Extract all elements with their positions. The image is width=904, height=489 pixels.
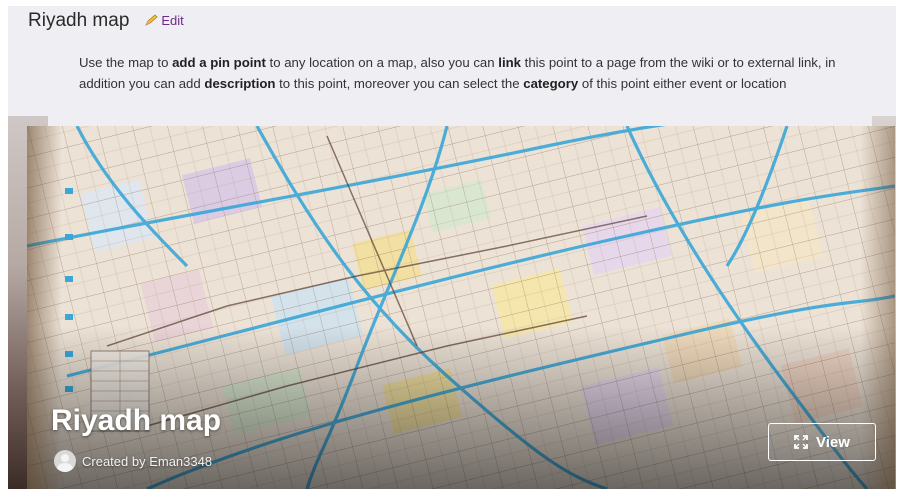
creator-text: Created by Eman3348 xyxy=(82,453,213,469)
creator-info: Created by Eman3348 xyxy=(54,450,212,472)
expand-icon xyxy=(794,435,808,449)
map-card-title: Riyadh map xyxy=(51,404,222,437)
edit-link[interactable]: Edit xyxy=(145,12,184,28)
desc-bold-description: description xyxy=(204,76,276,91)
desc-text: of this point either event or location xyxy=(578,76,787,91)
page-title: Riyadh map xyxy=(28,10,130,31)
map-card-container: Riyadh map Edit Use the map to add a pin… xyxy=(8,6,896,489)
map-image[interactable]: Riyadh map Created by Eman3348 View xyxy=(27,126,895,489)
desc-text: to this point, moreover you can select t… xyxy=(275,76,524,91)
desc-bold-add-pin: add a pin point xyxy=(172,55,266,70)
pencil-icon xyxy=(145,14,158,26)
desc-text: Use the map to xyxy=(79,55,173,70)
view-button[interactable]: View xyxy=(768,423,876,461)
view-label: View xyxy=(816,433,850,451)
desc-bold-link: link xyxy=(498,55,521,70)
avatar xyxy=(54,450,76,472)
desc-text: to any location on a map, also you can xyxy=(265,55,499,70)
map-description: Use the map to add a pin point to any lo… xyxy=(79,52,884,94)
page-header: Riyadh map Edit xyxy=(28,10,184,40)
edit-label: Edit xyxy=(161,12,184,28)
desc-bold-category: category xyxy=(523,76,579,91)
